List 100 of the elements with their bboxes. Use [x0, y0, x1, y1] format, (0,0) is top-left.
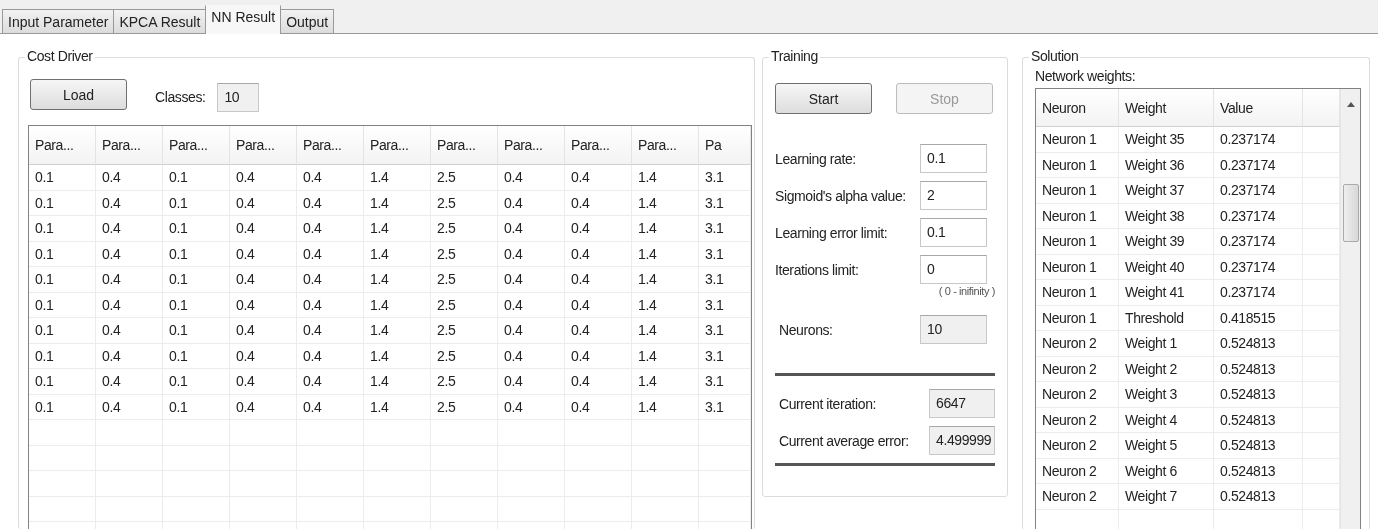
table-cell: 1.4: [632, 267, 699, 293]
column-header: Para...: [431, 126, 498, 165]
table-cell: 3.1: [699, 292, 751, 318]
table-cell: 0.1: [163, 318, 230, 344]
table-cell: 0.1: [29, 318, 96, 344]
column-header: Para...: [163, 126, 230, 165]
table-cell: 0.4: [230, 241, 297, 267]
table-cell: 0.4: [498, 343, 565, 369]
table-cell: 0.1: [163, 216, 230, 242]
table-cell: Weight 40: [1119, 254, 1214, 280]
table-cell: 0.4: [297, 267, 364, 293]
table-cell: 1.4: [364, 343, 431, 369]
table-cell: 0.4: [230, 267, 297, 293]
table-cell: 0.237174: [1214, 127, 1303, 153]
table-cell: Neuron 1: [1036, 152, 1119, 178]
column-header: Para...: [498, 126, 565, 165]
table-cell: 1.4: [364, 318, 431, 344]
table-cell: Weight 37: [1119, 178, 1214, 204]
table-cell: 3.1: [699, 394, 751, 420]
group-title: Solution: [1029, 48, 1081, 64]
table-cell: 0.4: [96, 292, 163, 318]
table-cell: 0.4: [498, 241, 565, 267]
field-label: Learning rate:: [775, 150, 856, 167]
table-cell: 0.4: [565, 318, 632, 344]
table-cell: 0.237174: [1214, 178, 1303, 204]
table-cell: 0.4: [96, 216, 163, 242]
table-cell: 1.4: [632, 318, 699, 344]
table-cell: Neuron 2: [1036, 382, 1119, 408]
table-cell: 0.4: [565, 394, 632, 420]
tab[interactable]: NN Result: [205, 5, 282, 34]
scrollbar[interactable]: [1340, 89, 1360, 529]
table-cell: 0.4: [96, 318, 163, 344]
table-cell: 0.4: [96, 165, 163, 191]
table-cell: Neuron 2: [1036, 433, 1119, 459]
table-cell: Weight 1: [1119, 331, 1214, 357]
input-field[interactable]: 2: [920, 181, 987, 210]
start-button[interactable]: Start: [775, 83, 872, 114]
table-cell: 1.4: [632, 343, 699, 369]
table-cell: 0.4: [498, 394, 565, 420]
table-cell: 2.5: [431, 165, 498, 191]
input-field[interactable]: 4.499999: [929, 426, 995, 455]
table-cell: 2.5: [431, 216, 498, 242]
tab[interactable]: KPCA Result: [113, 9, 207, 33]
table-cell: 0.1: [163, 343, 230, 369]
table-cell: 0.1: [29, 343, 96, 369]
table-cell: Weight 36: [1119, 152, 1214, 178]
empty-cell: [29, 420, 96, 446]
table-cell: 1.4: [364, 369, 431, 395]
input-field[interactable]: 10: [920, 315, 987, 344]
table-cell: Neuron 1: [1036, 178, 1119, 204]
table-cell: 2.5: [431, 292, 498, 318]
load-button[interactable]: Load: [30, 79, 127, 110]
column-header: Pa: [699, 126, 751, 165]
input-field[interactable]: 0.1: [920, 144, 987, 173]
table-cell: 0.4: [498, 318, 565, 344]
table-cell: 1.4: [364, 190, 431, 216]
column-header: Neuron: [1036, 89, 1119, 127]
table-cell: 1.4: [632, 394, 699, 420]
table-cell: 0.4: [230, 394, 297, 420]
table-cell: 1.4: [364, 216, 431, 242]
tab[interactable]: Input Parameter: [2, 9, 115, 33]
table-cell: 0.1: [29, 394, 96, 420]
table-cell: 0.4: [565, 190, 632, 216]
table-cell: 0.237174: [1214, 229, 1303, 255]
table-cell: 0.524813: [1214, 433, 1303, 459]
table-cell: 0.1: [163, 369, 230, 395]
table-cell: 3.1: [699, 216, 751, 242]
table-cell: 0.524813: [1214, 458, 1303, 484]
table-cell: Weight 39: [1119, 229, 1214, 255]
table-cell: 0.4: [230, 165, 297, 191]
table-cell: 0.4: [297, 165, 364, 191]
input-field[interactable]: 0: [920, 255, 987, 284]
empty-cell: [699, 496, 751, 522]
table-cell: 0.4: [297, 190, 364, 216]
classes-field[interactable]: 10: [217, 83, 260, 112]
table-cell: 1.4: [632, 369, 699, 395]
field-label: Learning error limit:: [775, 224, 888, 241]
table-cell: 2.5: [431, 267, 498, 293]
table-cell: 0.1: [163, 241, 230, 267]
table-cell: 0.1: [163, 394, 230, 420]
field-label: Iterations limit:: [775, 261, 859, 278]
table-cell: 3.1: [699, 165, 751, 191]
table-cell: Neuron 2: [1036, 331, 1119, 357]
table-cell: Weight 6: [1119, 458, 1214, 484]
table-cell: 1.4: [364, 241, 431, 267]
scroll-thumb[interactable]: [1343, 184, 1359, 242]
table-cell: 0.1: [163, 292, 230, 318]
column-header: Para...: [632, 126, 699, 165]
scroll-up-icon[interactable]: [1347, 102, 1355, 107]
table-cell: 3.1: [699, 241, 751, 267]
tab[interactable]: Output: [280, 9, 335, 33]
table-cell: Neuron 1: [1036, 203, 1119, 229]
table-cell: Weight 2: [1119, 356, 1214, 382]
table-cell: Weight 3: [1119, 382, 1214, 408]
input-field[interactable]: 6647: [929, 389, 995, 418]
table-cell: 0.4: [96, 190, 163, 216]
table-cell: 0.4: [565, 343, 632, 369]
input-field[interactable]: 0.1: [920, 218, 987, 247]
table-cell: Neuron 2: [1036, 407, 1119, 433]
field-label: Classes:: [155, 88, 206, 105]
